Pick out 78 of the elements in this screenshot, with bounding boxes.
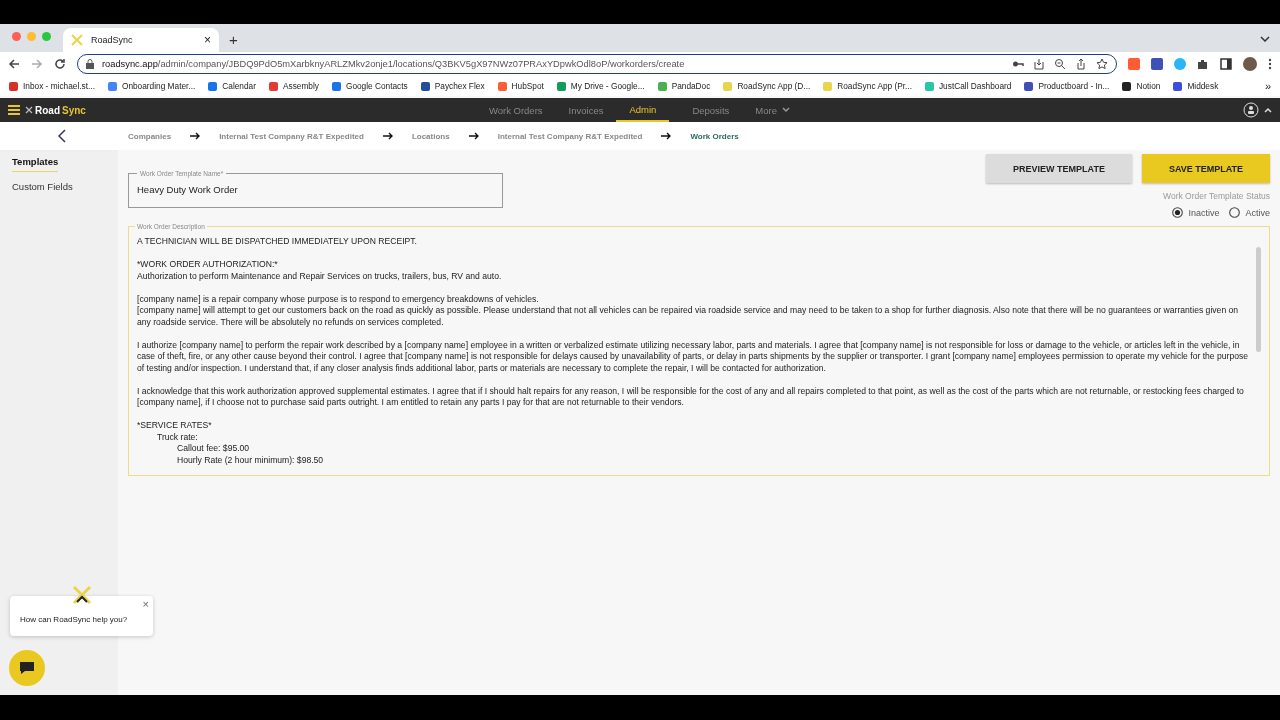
description-text: Truck rate: — [157, 431, 198, 443]
breadcrumb-link[interactable]: Companies — [124, 131, 176, 141]
description-text: Authorization to perform Maintenance and Repair Services on trucks, trailers, bus, RV and auto. — [137, 270, 502, 282]
breadcrumb-link[interactable]: Locations — [407, 131, 454, 141]
download-icon[interactable] — [1033, 58, 1045, 70]
description-text: [company name] is a repair company whose purpose is to respond to emergency breakdowns of vehicles. — [137, 293, 539, 305]
bookmark[interactable]: Inbox - michael.st... — [9, 81, 95, 91]
logo-icon — [71, 584, 93, 606]
description-text: I authorize [company name] to perform the repair work described by a [company name] employee in a written or verbalized estimate utilizing necessary labor, parts and materials. I agree that [company name] is not responsible for loss or damage to the vehicle, or articles left in the vehicle, in case of theft, fire, or any other cause beyond their control. I agree that [company name] is not responsible for delays caused by unavailability of parts, or delay in parts shipments by the supplier or transporter. I grant [company name] employees permission to operate my vehicle for the purpose of testing and/or inspection. I understand that, if any closer analysis finds additional labor, parts or materials are necessary to complete the repair, I will be contacted for authorization. — [137, 339, 1249, 374]
scrollbar-thumb[interactable] — [1256, 247, 1261, 352]
bookmark[interactable]: HubSpot — [497, 81, 544, 91]
bookmark[interactable]: Productboard - In... — [1024, 81, 1110, 91]
radio-button[interactable] — [1172, 207, 1184, 218]
logo[interactable]: Road Sync — [25, 104, 86, 116]
breadcrumb-link[interactable]: Internal Test Company R&T Expedited — [215, 131, 368, 141]
arrow-icon — [661, 132, 672, 140]
sidebar-icon[interactable] — [1220, 58, 1232, 70]
bookmark[interactable]: Calendar — [208, 81, 256, 91]
arrow-icon — [468, 132, 479, 140]
bookmark[interactable]: My Drive - Google... — [556, 81, 645, 91]
description-text: *WORK ORDER AUTHORIZATION:* — [137, 259, 278, 271]
bookmark[interactable]: Assembly — [268, 81, 319, 91]
bookmark[interactable]: Onboarding Mater... — [107, 81, 196, 91]
preview-button[interactable]: PREVIEW TEMPLATE — [986, 154, 1132, 183]
bookmark[interactable]: RoadSync App (Pr... — [823, 81, 912, 91]
bookmark[interactable]: Paychex Flex — [420, 81, 485, 91]
arrow-icon — [190, 132, 201, 140]
arrow-icon — [382, 132, 393, 140]
back-icon[interactable] — [58, 129, 66, 143]
new-tab-button[interactable]: + — [229, 31, 238, 48]
close-icon[interactable]: × — [204, 33, 211, 47]
lock-icon — [86, 59, 94, 69]
chevron-icon[interactable] — [1260, 36, 1270, 42]
close-icon[interactable]: × — [142, 599, 149, 610]
puzzle-icon[interactable] — [1197, 58, 1209, 70]
bookmark[interactable]: RoadSync App (D... — [723, 81, 811, 91]
bookmark[interactable]: PandaDoc — [657, 81, 711, 91]
nav-tab[interactable]: Work Orders — [475, 98, 556, 122]
description-text: I acknowledge that this work authorization approved supplemental estimates. I agree that if I should halt repairs for any reason, I will be responsible for the cost of any and all repairs completed to that point, as well as the cost of the parts which are not returnable, or restocking fees charged to [company name], if I choose not to purchase said parts outright. I am entitled to retain any parts I pay for that are not returnable to their vendors. — [137, 385, 1245, 409]
extension-icon[interactable] — [1151, 58, 1163, 70]
radio-option[interactable]: Inactive — [1172, 207, 1220, 218]
user-icon[interactable] — [1243, 102, 1259, 118]
bookmark[interactable]: JustCall Dashboard — [924, 81, 1012, 91]
back-icon[interactable] — [8, 58, 20, 70]
avatar-icon[interactable] — [1243, 57, 1257, 71]
bookmark[interactable]: Middesk — [1173, 81, 1219, 91]
zoom-icon[interactable] — [1054, 58, 1066, 70]
bookmark[interactable]: Notion — [1122, 81, 1161, 91]
save-button[interactable]: SAVE TEMPLATE — [1142, 154, 1270, 183]
browser-tab[interactable]: RoadSync × — [63, 28, 219, 52]
tab-title: RoadSync — [91, 35, 134, 45]
menu-icon[interactable] — [1268, 58, 1272, 70]
status-label: Work Order Template Status — [1163, 191, 1270, 201]
share-icon[interactable] — [1075, 58, 1087, 70]
nav-tab[interactable]: More — [742, 98, 803, 122]
logo-icon — [71, 34, 83, 46]
chat-message: How can RoadSync help you? — [20, 615, 128, 624]
bookmark[interactable]: Google Contacts — [331, 81, 408, 91]
sidebar-item[interactable]: Custom Fields — [12, 181, 73, 196]
url-text: roadsync.app/admin/company/JBDQ9PdO5mXarbknyARLZMkv2onje1/locations/Q3BKV5gX97NWz07PRAxYDpwkOdl8oP/workorders/create — [102, 59, 686, 69]
description-text: A TECHNICIAN WILL BE DISPATCHED IMMEDIATELY UPON RECEIPT. — [137, 236, 417, 248]
description-text: Hourly Rate (2 hour minimum): $98.50 — [177, 454, 324, 466]
nav-tab[interactable]: Deposits — [679, 98, 743, 122]
collapse-icon[interactable] — [1264, 107, 1272, 113]
breadcrumb-link[interactable]: Work Orders — [686, 131, 743, 141]
description-text: *SERVICE RATES* — [137, 420, 212, 432]
menu-icon[interactable] — [8, 105, 20, 115]
reload-icon[interactable] — [54, 58, 66, 70]
nav-tab[interactable]: Invoices — [555, 98, 617, 122]
breadcrumb-link[interactable]: Internal Test Company R&T Expedited — [493, 131, 647, 141]
radio-button[interactable] — [1229, 207, 1241, 218]
sidebar-item[interactable]: Templates — [12, 156, 59, 172]
radio-option[interactable]: Active — [1229, 207, 1270, 218]
more-bookmarks-button[interactable]: » — [1264, 80, 1271, 92]
star-icon[interactable] — [1096, 58, 1108, 70]
description-text: [company name] will attempt to get our customers back on the road as quickly as possible. Please understand that not all vehicles can be repaired via roadside service and may need to be taken to a shop for further diagnosis. Also note that there will be no guarantees or warranties given on any roadside service. There will be absolutely no refunds on services completed. — [137, 305, 1240, 328]
description-text: Callout fee: $95.00 — [177, 443, 250, 455]
chat-icon — [19, 661, 35, 675]
